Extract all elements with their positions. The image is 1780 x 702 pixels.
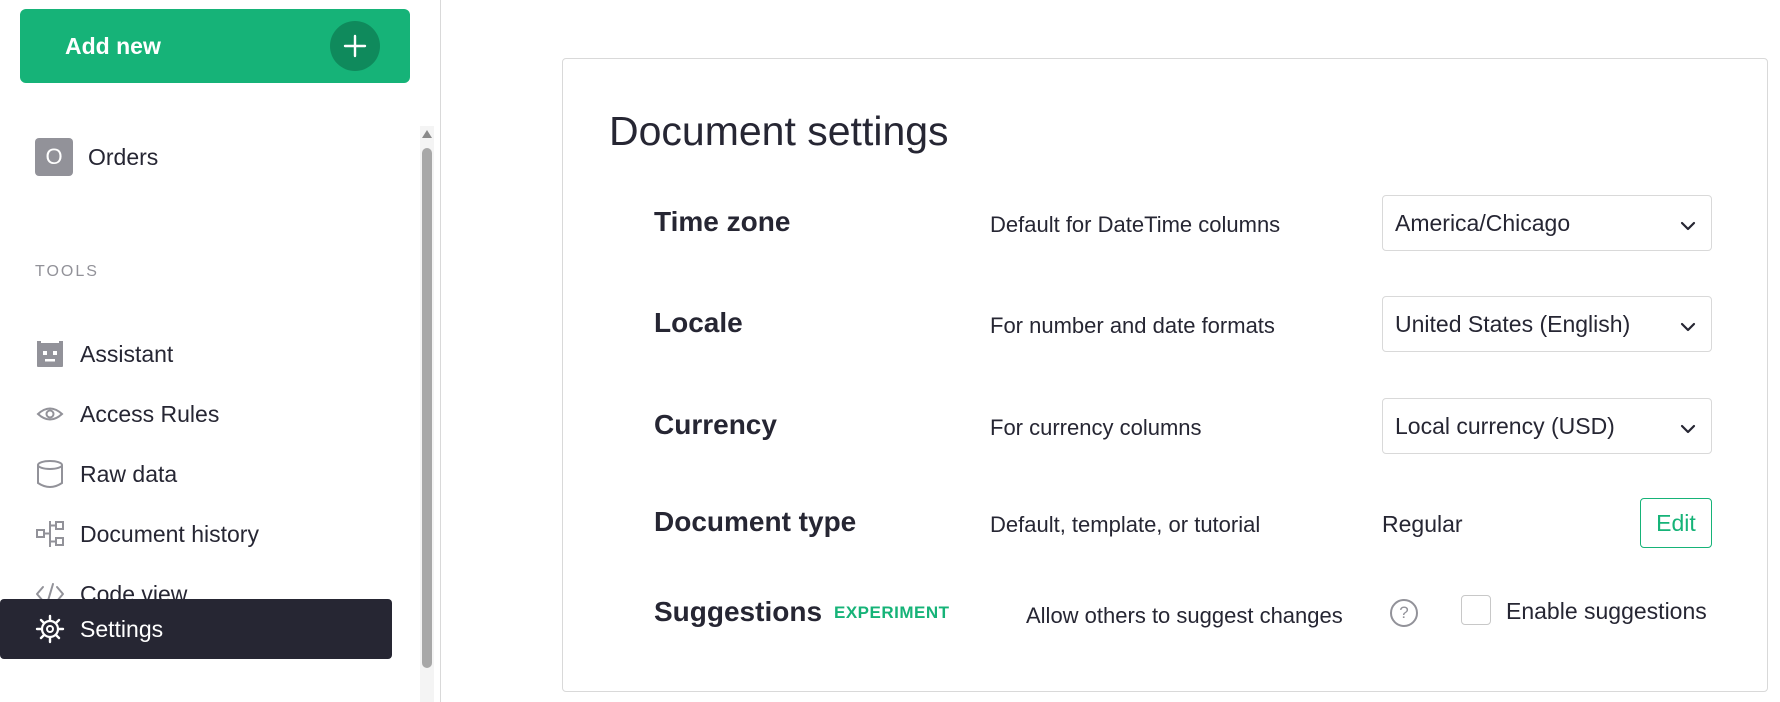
left-panel: Add new O Orders TOOLS Assistant Access … [0,0,441,702]
add-new-label: Add new [65,32,161,59]
enable-suggestions-label[interactable]: Enable suggestions [1506,598,1707,625]
gear-icon [34,613,66,645]
currency-value: Local currency (USD) [1395,412,1615,439]
tool-label: Settings [80,615,164,642]
document-type-label: Document type [654,506,857,537]
tool-label: Raw data [80,460,178,487]
tool-label: Document history [80,520,259,547]
experiment-badge: EXPERIMENT [834,603,950,622]
page-item-label: Orders [88,143,159,170]
scrollbar-thumb[interactable] [422,148,432,668]
suggestions-description: Allow others to suggest changes [1026,603,1343,628]
tool-label: Assistant [80,340,174,367]
tool-access-rules[interactable]: Access Rules [0,384,392,444]
tool-document-history[interactable]: Document history [0,504,392,564]
sidebar-scrollbar[interactable] [420,126,434,702]
page-title: Document settings [609,108,949,154]
currency-description: For currency columns [990,415,1202,440]
history-icon [34,518,66,550]
tools-section-header: TOOLS [35,263,99,280]
chevron-down-icon [1679,315,1697,342]
chevron-down-icon [1679,214,1697,241]
add-new-button[interactable]: Add new [20,9,410,83]
locale-select[interactable]: United States (English) [1382,296,1712,352]
help-icon[interactable]: ? [1390,599,1418,627]
robot-icon [34,338,66,370]
suggestions-label: Suggestions [654,596,823,627]
enable-suggestions-checkbox[interactable] [1461,595,1491,625]
currency-label: Currency [654,409,777,440]
currency-select[interactable]: Local currency (USD) [1382,398,1712,454]
locale-value: United States (English) [1395,310,1631,337]
edit-document-type-button[interactable]: Edit [1640,498,1712,548]
database-icon [34,458,66,490]
page-initial-badge: O [35,138,73,176]
plus-icon [330,21,380,71]
time-zone-select[interactable]: America/Chicago [1382,195,1712,251]
tool-settings[interactable]: Settings [0,599,392,659]
tool-label: Access Rules [80,400,220,427]
eye-icon [34,398,66,430]
locale-label: Locale [654,307,743,338]
locale-description: For number and date formats [990,313,1275,338]
time-zone-description: Default for DateTime columns [990,212,1281,237]
tool-raw-data[interactable]: Raw data [0,444,392,504]
document-type-value: Regular [1382,511,1463,537]
tool-assistant[interactable]: Assistant [0,324,392,384]
scroll-up-arrow-icon[interactable] [422,130,432,138]
time-zone-value: America/Chicago [1395,209,1571,236]
page-item-orders[interactable]: O Orders [35,138,158,176]
chevron-down-icon [1679,417,1697,444]
document-type-description: Default, template, or tutorial [990,512,1261,537]
time-zone-label: Time zone [654,206,791,237]
